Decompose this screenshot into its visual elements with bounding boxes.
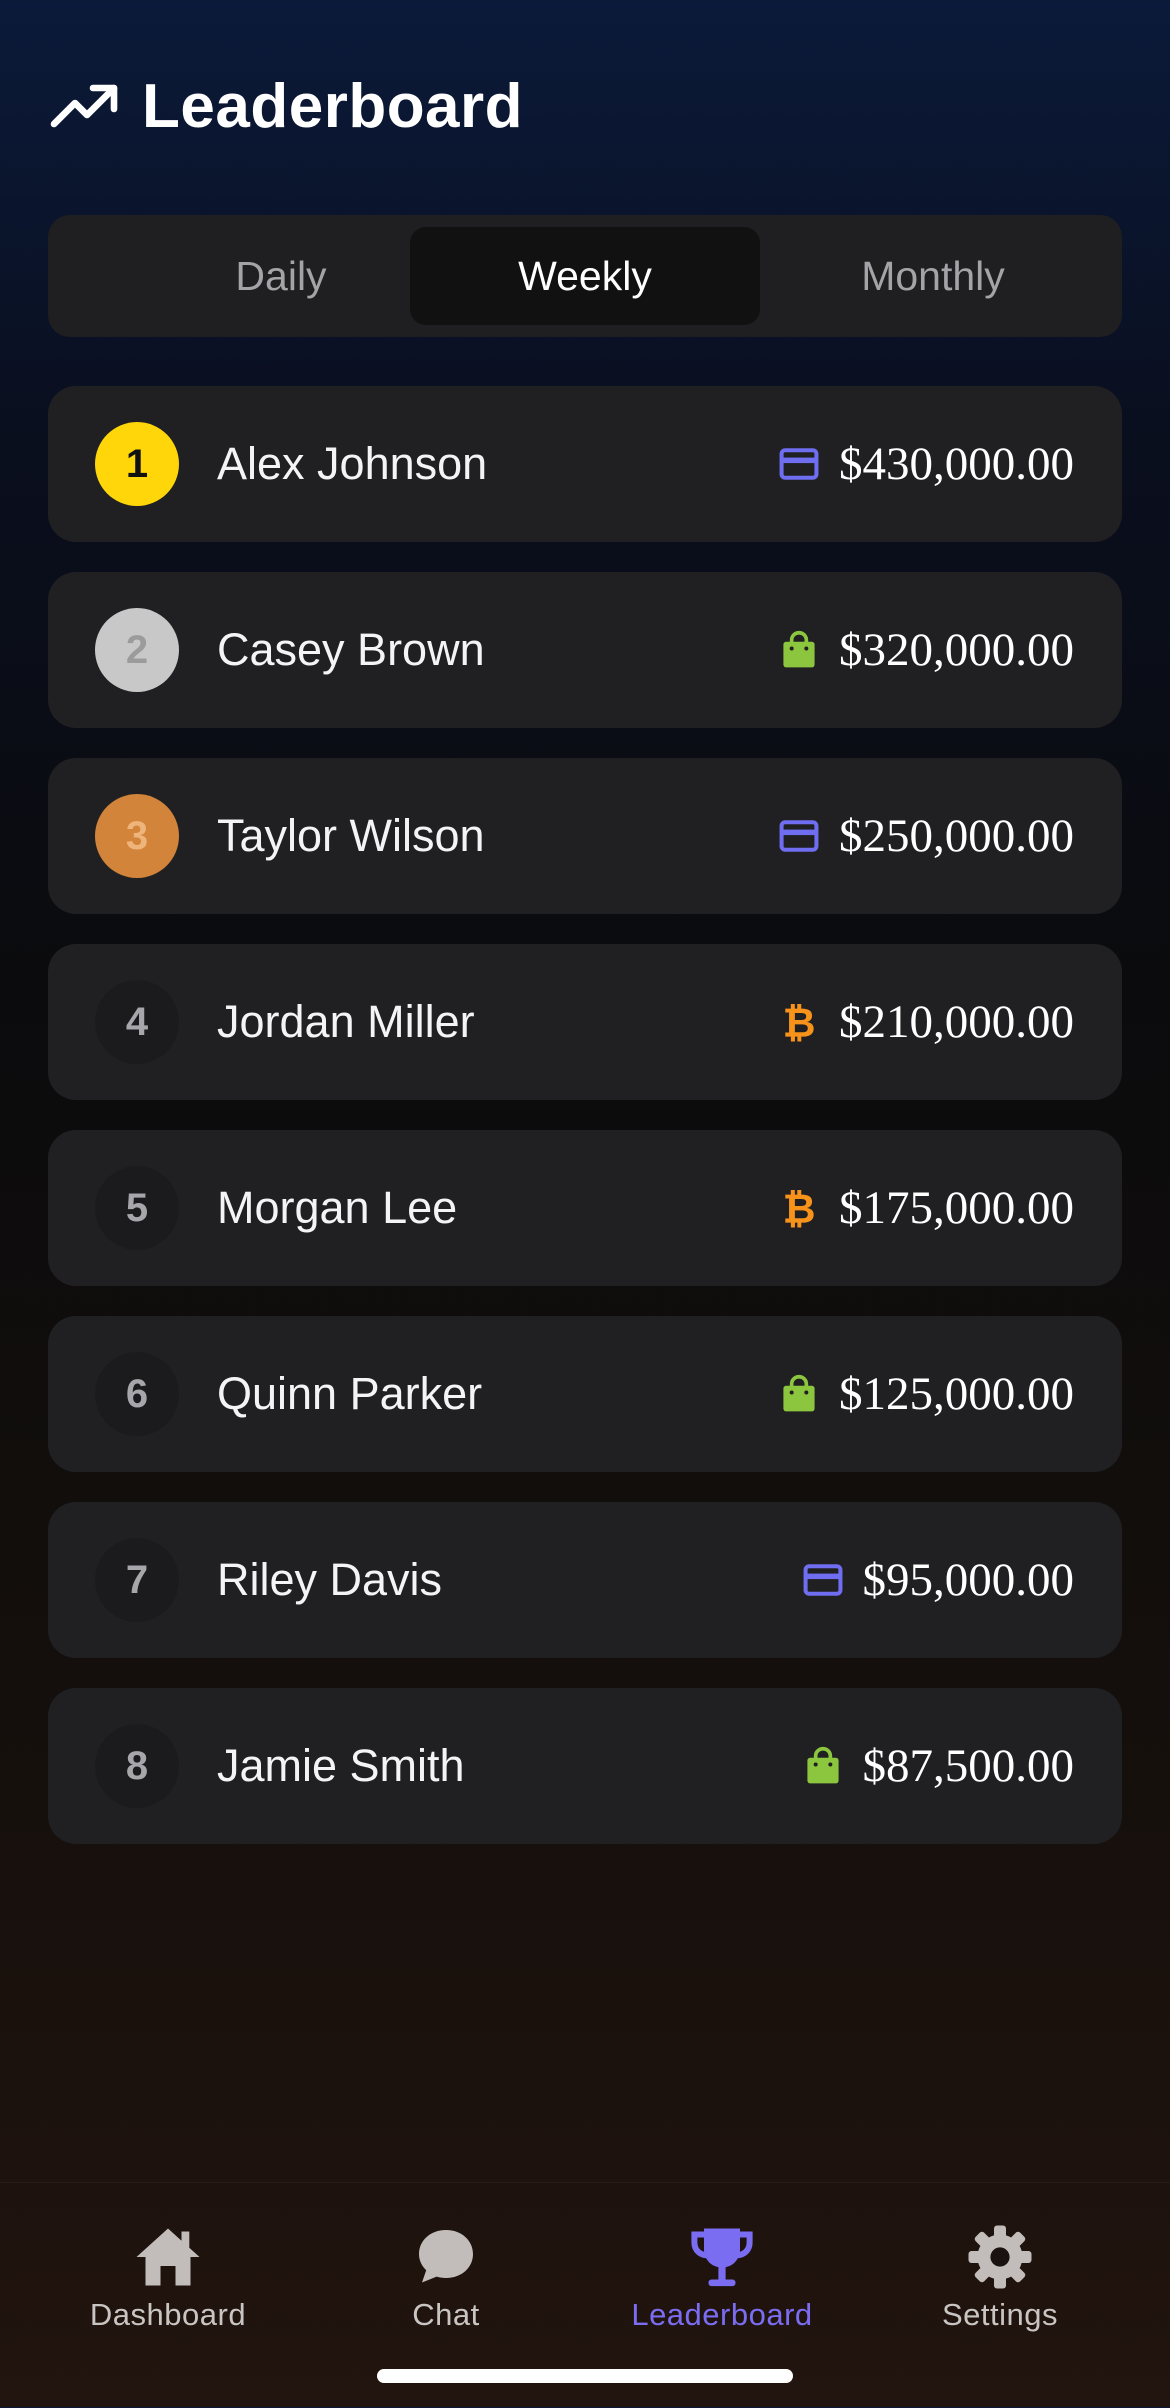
amount-value: $320,000.00 xyxy=(839,624,1074,676)
amount-value: $210,000.00 xyxy=(839,996,1074,1048)
bitcoin-icon: ₿ xyxy=(777,1000,821,1044)
chat-bubble-icon xyxy=(419,2230,473,2283)
nav-leaderboard[interactable]: Leaderboard xyxy=(582,2221,862,2333)
nav-chat-label: Chat xyxy=(412,2297,480,2332)
home-icon xyxy=(136,2228,200,2286)
page-header: Leaderboard xyxy=(48,62,523,150)
player-name: Jordan Miller xyxy=(217,996,475,1047)
player-name: Casey Brown xyxy=(217,624,485,675)
leaderboard-row[interactable]: 4 Jordan Miller ₿ $210,000.00 xyxy=(48,944,1122,1100)
shopping-bag-icon xyxy=(777,1372,821,1416)
rank-badge: 4 xyxy=(95,980,179,1064)
amount-value: $175,000.00 xyxy=(839,1182,1074,1234)
amount-group: $125,000.00 xyxy=(777,1316,1074,1472)
tab-weekly[interactable]: Weekly xyxy=(410,227,760,325)
player-name: Alex Johnson xyxy=(217,438,488,489)
shopping-bag-icon xyxy=(777,628,821,672)
svg-text:₿: ₿ xyxy=(783,1000,816,1044)
nav-dashboard-label: Dashboard xyxy=(89,2297,247,2332)
leaderboard-row[interactable]: 1 Alex Johnson $430,000.00 xyxy=(48,386,1122,542)
nav-settings[interactable]: Settings xyxy=(860,2221,1140,2333)
amount-value: $430,000.00 xyxy=(839,438,1074,490)
leaderboard-row[interactable]: 7 Riley Davis $95,000.00 xyxy=(48,1502,1122,1658)
amount-group: ₿ $210,000.00 xyxy=(777,944,1074,1100)
tab-daily[interactable]: Daily xyxy=(106,227,456,325)
amount-group: $320,000.00 xyxy=(777,572,1074,728)
leaderboard-row[interactable]: 8 Jamie Smith $87,500.00 xyxy=(48,1688,1122,1844)
nav-chat[interactable]: Chat xyxy=(306,2221,586,2333)
player-name: Quinn Parker xyxy=(217,1368,483,1419)
amount-value: $125,000.00 xyxy=(839,1368,1074,1420)
nav-dashboard[interactable]: Dashboard xyxy=(28,2221,308,2333)
leaderboard-row[interactable]: 5 Morgan Lee ₿ $175,000.00 xyxy=(48,1130,1122,1286)
page-title: Leaderboard xyxy=(142,71,524,141)
credit-card-icon xyxy=(777,814,821,858)
amount-group: $87,500.00 xyxy=(801,1688,1075,1844)
bitcoin-icon: ₿ xyxy=(777,1186,821,1230)
credit-card-icon xyxy=(777,442,821,486)
leaderboard-row[interactable]: 2 Casey Brown $320,000.00 xyxy=(48,572,1122,728)
amount-group: $250,000.00 xyxy=(777,758,1074,914)
nav-settings-label: Settings xyxy=(941,2297,1058,2332)
player-name: Taylor Wilson xyxy=(217,810,485,861)
trending-up-icon xyxy=(50,84,118,128)
rank-badge: 5 xyxy=(95,1166,179,1250)
rank-badge: 7 xyxy=(95,1538,179,1622)
leaderboard-row[interactable]: 3 Taylor Wilson $250,000.00 xyxy=(48,758,1122,914)
tab-monthly[interactable]: Monthly xyxy=(758,227,1108,325)
amount-value: $250,000.00 xyxy=(839,810,1074,862)
credit-card-icon xyxy=(801,1558,845,1602)
rank-badge: 3 xyxy=(95,794,179,878)
rank-badge: 6 xyxy=(95,1352,179,1436)
rank-badge: 8 xyxy=(95,1724,179,1808)
rank-badge: 1 xyxy=(95,422,179,506)
shopping-bag-icon xyxy=(801,1744,845,1788)
amount-group: ₿ $175,000.00 xyxy=(777,1130,1074,1286)
trophy-icon xyxy=(691,2228,753,2287)
player-name: Morgan Lee xyxy=(217,1182,458,1233)
amount-group: $430,000.00 xyxy=(777,386,1074,542)
leaderboard-row[interactable]: 6 Quinn Parker $125,000.00 xyxy=(48,1316,1122,1472)
svg-text:₿: ₿ xyxy=(783,1186,816,1230)
period-tabs: Daily Weekly Monthly xyxy=(48,215,1122,337)
amount-value: $95,000.00 xyxy=(862,1554,1075,1606)
rank-badge: 2 xyxy=(95,608,179,692)
amount-value: $87,500.00 xyxy=(862,1740,1075,1792)
player-name: Jamie Smith xyxy=(217,1740,465,1791)
amount-group: $95,000.00 xyxy=(801,1502,1075,1658)
nav-leaderboard-label: Leaderboard xyxy=(631,2297,813,2332)
player-name: Riley Davis xyxy=(217,1554,443,1605)
home-indicator xyxy=(377,2369,793,2383)
gear-icon xyxy=(968,2225,1032,2289)
